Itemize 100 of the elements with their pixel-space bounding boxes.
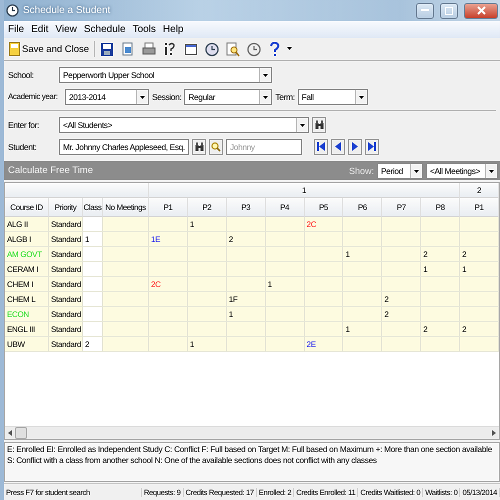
field-label: Student:: [8, 142, 38, 152]
horizontal-scrollbar[interactable]: [5, 426, 499, 439]
table-cell: [149, 292, 188, 307]
table-cell: 2E: [304, 337, 344, 352]
table-cell: [103, 232, 149, 247]
session-select[interactable]: Regular: [184, 88, 272, 104]
table-cell: Standard: [49, 247, 83, 262]
table-cell: ENGL III: [5, 322, 49, 337]
column-header[interactable]: No Meetings: [103, 198, 149, 217]
column-header[interactable]: P3: [226, 198, 266, 217]
find-button[interactable]: [312, 116, 326, 132]
scroll-right-icon[interactable]: [492, 430, 496, 436]
window-title: Schedule a Student: [23, 5, 110, 16]
scrollbar-thumb[interactable]: [15, 427, 27, 439]
meetings-select[interactable]: <All Meetings>: [426, 162, 498, 178]
table-cell: [382, 232, 422, 247]
table-cell: [103, 277, 149, 292]
table-cell: CERAM I: [5, 262, 49, 277]
table-cell: [382, 322, 422, 337]
next-button[interactable]: [348, 138, 362, 154]
column-header[interactable]: Priority: [49, 198, 83, 217]
table-cell: [421, 337, 460, 352]
academic-year-select[interactable]: 2013-2014: [65, 88, 149, 104]
term-select[interactable]: Fall: [298, 88, 368, 104]
table-cell: CHEM I: [5, 277, 49, 292]
table-cell: [226, 322, 266, 337]
column-header[interactable]: P1: [149, 198, 188, 217]
table-cell: 1: [460, 262, 499, 277]
table-cell: 2: [421, 322, 460, 337]
first-button[interactable]: [314, 138, 328, 154]
table-cell: [83, 217, 103, 232]
school-select[interactable]: Pepperworth Upper School: [59, 66, 272, 82]
table-cell: 1: [343, 247, 382, 262]
menu-item[interactable]: View: [55, 24, 77, 35]
search-button[interactable]: [209, 138, 223, 154]
table-cell: ALG II: [5, 217, 49, 232]
student-field[interactable]: Mr. Johnny Charles Appleseed, Esq.: [59, 138, 189, 154]
menu-item[interactable]: Tools: [132, 24, 156, 35]
table-cell: [149, 337, 188, 352]
table-cell: [421, 292, 460, 307]
table-cell: [266, 247, 305, 262]
column-header[interactable]: Class: [83, 198, 103, 217]
table-cell: [343, 277, 382, 292]
binoculars-icon: [194, 142, 204, 152]
menu-item[interactable]: Edit: [31, 24, 48, 35]
table-cell: [421, 217, 460, 232]
table-cell: [304, 232, 344, 247]
table-cell: [382, 262, 422, 277]
menu-item[interactable]: File: [8, 24, 24, 35]
table-cell: [421, 307, 460, 322]
minimize-button[interactable]: [416, 2, 434, 18]
column-header[interactable]: P1: [460, 198, 499, 217]
previous-icon: [334, 142, 342, 151]
table-cell: 1: [343, 322, 382, 337]
menu-item[interactable]: Schedule: [84, 24, 126, 35]
column-header[interactable]: P8: [421, 198, 460, 217]
table-cell: [304, 322, 344, 337]
column-header[interactable]: P4: [266, 198, 305, 217]
table-cell: [266, 292, 305, 307]
table-cell: [343, 217, 382, 232]
table-cell: 1E: [149, 232, 188, 247]
caret-icon[interactable]: [287, 47, 292, 51]
document-search-icon[interactable]: [224, 40, 242, 58]
column-header[interactable]: P2: [188, 198, 227, 217]
table-cell: [188, 262, 227, 277]
column-header[interactable]: P5: [304, 198, 344, 217]
table-cell: [226, 337, 266, 352]
group-header: 2: [460, 183, 499, 198]
table-cell: [149, 322, 188, 337]
table-cell: 2C: [149, 277, 188, 292]
field-label: Term:: [275, 92, 295, 102]
close-button[interactable]: [464, 2, 498, 18]
table-cell: 2: [382, 292, 422, 307]
table-cell: 1F: [226, 292, 266, 307]
table-cell: 1: [188, 337, 227, 352]
last-button[interactable]: [365, 138, 379, 154]
table-cell: [382, 217, 422, 232]
scroll-left-icon[interactable]: [8, 430, 12, 436]
previous-button[interactable]: [331, 138, 345, 154]
enter-for-select[interactable]: <All Students>: [59, 116, 309, 132]
save-and-close-button[interactable]: Save and Close: [7, 40, 92, 58]
minimize-icon: [421, 9, 429, 12]
table-cell: [103, 292, 149, 307]
column-header[interactable]: P7: [382, 198, 422, 217]
table-cell: Standard: [49, 307, 83, 322]
table-cell: [188, 232, 227, 247]
last-icon: [368, 142, 376, 151]
table-cell: [103, 247, 149, 262]
table-cell: [103, 307, 149, 322]
table-cell: 2: [226, 232, 266, 247]
field-label: Session:: [152, 92, 182, 102]
column-header[interactable]: Course ID: [5, 198, 49, 217]
show-select[interactable]: Period: [377, 162, 423, 178]
find-button[interactable]: [192, 138, 206, 154]
table-cell: [83, 292, 103, 307]
menu-item[interactable]: Help: [162, 24, 184, 35]
binoculars-icon: [314, 120, 324, 130]
column-header[interactable]: P6: [343, 198, 382, 217]
maximize-button[interactable]: [440, 2, 458, 18]
search-icon: [211, 142, 221, 152]
